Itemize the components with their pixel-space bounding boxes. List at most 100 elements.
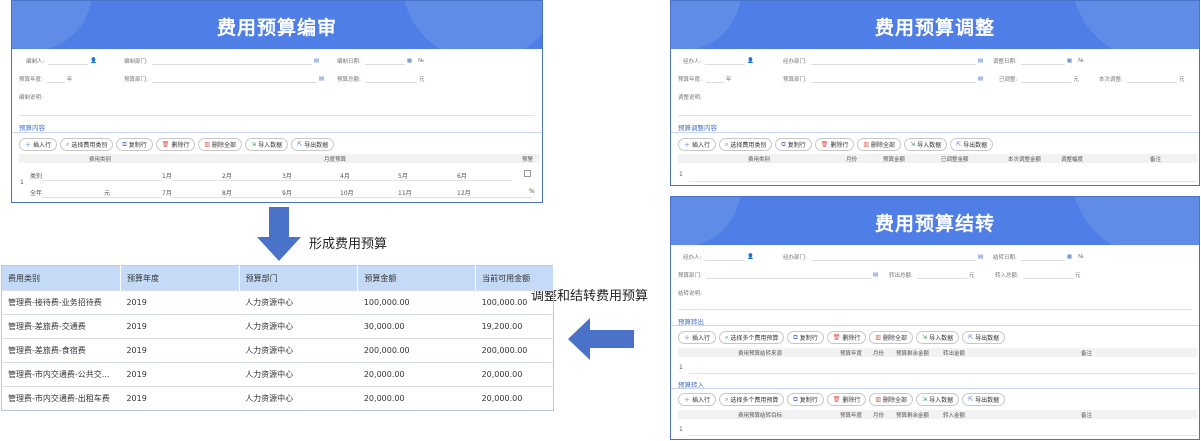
user-icon[interactable]: 👤 (747, 254, 754, 260)
adjust-budget-dept-field[interactable]: 预算部门: ▤ (783, 75, 983, 83)
calendar-icon[interactable]: ▦ (1067, 58, 1072, 64)
adjust-year-label: 预算年度: (678, 77, 702, 83)
table-row[interactable]: 管理费-接待费-业务招待费 2019 人力资源中心 100,000.00 100… (1, 290, 554, 315)
transfer-handler-field[interactable]: 经办人: 👤 (683, 253, 754, 261)
month-8: 8月 (222, 190, 232, 197)
list-icon[interactable]: ▤ (978, 254, 983, 260)
copy-row-button[interactable]: ⧉ 复制行 (775, 138, 812, 151)
adjust-desc-field[interactable]: 调整说明: (678, 93, 702, 101)
total-field[interactable]: 预算总额: 元 (337, 75, 424, 83)
month-3: 3月 (282, 173, 292, 180)
import-icon: ⇲ (910, 141, 916, 148)
month-5: 5月 (398, 173, 408, 180)
table-row[interactable]: 管理费-市内交通费-公共交... 2019 人力资源中心 20,000.00 2… (1, 362, 554, 387)
col-warning: 预警 (522, 157, 534, 163)
list-icon[interactable]: ▤ (873, 272, 878, 278)
export-icon: ⇱ (968, 396, 974, 403)
table-row[interactable]: 管理费-差旅费-交通费 2019 人力资源中心 30,000.00 19,200… (1, 314, 554, 339)
adjust-year-field[interactable]: 预算年度: 年 (678, 75, 731, 83)
transfer-date-field[interactable]: 结转日期: ▦ № (993, 253, 1084, 261)
select-multi-budget-button[interactable]: ⌕ 选择多个费用预算 (719, 331, 785, 344)
table-row[interactable]: 管理费-市内交通费-出租车费 2019 人力资源中心 20,000.00 20,… (1, 386, 554, 411)
handler-dept-label: 经办部门: (783, 59, 807, 65)
transfer-desc-field[interactable]: 结转说明: (678, 289, 702, 297)
copy-row-button[interactable]: ⧉ 复制行 (787, 331, 824, 344)
panel-adjust-header: 费用预算调整 (671, 1, 1199, 49)
user-icon[interactable]: 👤 (747, 58, 754, 64)
export-data-button[interactable]: ⇱ 导出数据 (950, 138, 994, 151)
import-data-button[interactable]: ⇲ 导入数据 (916, 331, 960, 344)
adjust-date-field[interactable]: 调整日期: ▦ № (993, 57, 1084, 65)
import-data-button[interactable]: ⇲ 导入数据 (245, 138, 289, 151)
import-data-button[interactable]: ⇲ 导入数据 (904, 138, 948, 151)
out-total-field[interactable]: 转出总额: 元 (889, 271, 974, 279)
insert-row-button[interactable]: ＋插入行 (678, 331, 717, 344)
this-adjust-field[interactable]: 本次调整: 元 (1099, 75, 1184, 83)
insert-row-button[interactable]: ＋插入行 (678, 393, 717, 406)
transfer-date-label: 结转日期: (993, 255, 1017, 261)
delete-row-button[interactable]: 🗑 删除行 (826, 331, 867, 344)
insert-row-button[interactable]: ＋插入行 (19, 138, 58, 151)
calendar-icon[interactable]: ▦ (407, 58, 412, 64)
budget-dept-field[interactable]: 预算部门: ▤ (124, 75, 324, 83)
export-data-button[interactable]: ⇱ 导出数据 (962, 331, 1006, 344)
transfer-budget-dept-field[interactable]: 预算部门: ▤ (678, 271, 878, 279)
delete-all-button[interactable]: ▥ 删除全部 (857, 138, 902, 151)
delete-row-button[interactable]: 🗑 删除行 (155, 138, 196, 151)
handler-dept-field[interactable]: 经办部门: ▤ (783, 57, 983, 65)
col-remark: 备注 (1150, 157, 1162, 163)
delete-row-button[interactable]: 🗑 删除行 (826, 393, 867, 406)
delete-all-button[interactable]: ▥ 删除全部 (869, 331, 914, 344)
col-monthly-budget: 月度预算 (324, 157, 347, 163)
table-row[interactable]: 管理费-差旅费-食宿费 2019 人力资源中心 200,000.00 200,0… (1, 338, 554, 363)
list-icon[interactable]: ▤ (314, 58, 319, 64)
copy-row-button[interactable]: ⧉ 复制行 (787, 393, 824, 406)
preparer-field[interactable]: 编制人: 👤 (26, 57, 97, 65)
user-icon[interactable]: 👤 (90, 58, 97, 64)
list-icon[interactable]: ▤ (319, 76, 324, 82)
warning-checkbox[interactable] (524, 170, 531, 177)
copy-row-button[interactable]: ⧉ 复制行 (116, 138, 153, 151)
date-field[interactable]: 编制日期: ▦ № (337, 57, 424, 65)
export-data-button[interactable]: ⇱ 导出数据 (291, 138, 335, 151)
year-unit: 年 (66, 77, 73, 83)
col-budget-amount: 预算金额 (883, 157, 906, 163)
adjust-year-unit: 年 (725, 77, 732, 83)
in-total-field[interactable]: 转入总额: 元 (995, 271, 1080, 279)
delete-row-button[interactable]: 🗑 删除行 (814, 138, 855, 151)
arrow-left-icon (568, 318, 634, 360)
label-form-budget: 形成费用预算 (309, 237, 388, 252)
export-data-button[interactable]: ⇱ 导出数据 (962, 393, 1006, 406)
transfer-budget-dept-label: 预算部门: (678, 273, 702, 279)
year-field[interactable]: 预算年度: 年 (19, 75, 72, 83)
transfer-in-toolbar: ＋插入行 ⌕ 选择多个费用预算 ⧉ 复制行 🗑 删除行 ▥ 删除全部 ⇲ 导入数据 ⇱ 导出… (678, 393, 1006, 406)
list-icon[interactable]: ▤ (978, 76, 983, 82)
delete-all-button[interactable]: ▥ 删除全部 (198, 138, 243, 151)
cell-available: 19,200.00 (475, 314, 554, 339)
adjusted-field[interactable]: 已调整: 元 (999, 75, 1079, 83)
import-data-button[interactable]: ⇲ 导入数据 (916, 393, 960, 406)
select-multi-budget-button[interactable]: ⌕ 选择多个费用预算 (719, 393, 785, 406)
search-icon: ⌕ (725, 140, 729, 148)
handler-field[interactable]: 经办人: 👤 (683, 57, 754, 65)
trash-all-icon: ▥ (204, 141, 211, 148)
adjust-toolbar: ＋插入行 ⌕ 选择费用类别 ⧉ 复制行 🗑 删除行 ▥ 删除全部 ⇲ 导入数据 ⇱ 导出数据 (678, 138, 994, 151)
import-icon: ⇲ (922, 334, 928, 341)
calendar-icon[interactable]: ▦ (1067, 254, 1072, 260)
col-source: 费用预算结转来源 (738, 351, 783, 357)
copy-icon: ⧉ (793, 333, 798, 341)
export-icon: ⇱ (968, 334, 974, 341)
col-adjust-range: 调整幅度 (1061, 157, 1084, 163)
desc-field[interactable]: 编制说明: (19, 93, 43, 101)
insert-row-button[interactable]: ＋插入行 (678, 138, 717, 151)
col-remaining: 预算剩余金额 (896, 413, 930, 419)
transfer-dept-field[interactable]: 经办部门: ▤ (783, 253, 983, 261)
delete-all-button[interactable]: ▥ 删除全部 (869, 393, 914, 406)
dept-field[interactable]: 编制部门: ▤ (124, 57, 319, 65)
select-category-button[interactable]: ⌕ 选择费用类别 (719, 138, 773, 151)
list-icon[interactable]: ▤ (978, 58, 983, 64)
select-category-button[interactable]: ⌕ 选择费用类别 (60, 138, 114, 151)
number-sign: № (1078, 254, 1084, 260)
budget-table: 费用类别 预算年度 预算部门 预算金额 当前可用金额 管理费-接待费-业务招待费… (1, 265, 554, 411)
date-label: 编制日期: (337, 59, 361, 65)
